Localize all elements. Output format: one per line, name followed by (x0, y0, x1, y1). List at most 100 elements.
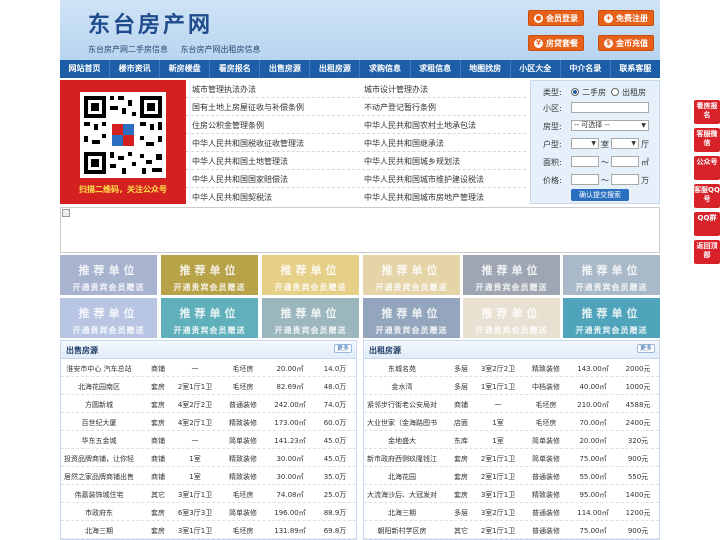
nav-wanted-rent[interactable]: 求租信息 (411, 60, 461, 78)
recommend-tile[interactable]: 推荐单位 开通贵宾会员赠送 (262, 255, 359, 295)
sale-listing-row[interactable]: 投资品牌商铺，让你轻 商铺 1室 精致装修 30.00㎡ 45.0万 (61, 449, 356, 467)
nav-agencies[interactable]: 中介名录 (561, 60, 611, 78)
listing-title[interactable]: 伟嘉装饰城住宅 (61, 490, 137, 500)
recommend-tile[interactable]: 推荐单位 开通贵宾会员赠送 (262, 298, 359, 338)
policy-link[interactable]: 城市管理执法办法 (192, 84, 256, 95)
rent-listing-row[interactable]: 北海花园 套房 2室1厅1卫 普通装修 55.00㎡ 550元 (364, 467, 659, 485)
listing-title[interactable]: 东城名苑 (364, 364, 440, 374)
sale-listing-row[interactable]: 北海三期 套房 3室1厅1卫 毛坯房 131.89㎡ 69.8万 (61, 521, 356, 539)
banner-ad-placeholder[interactable] (60, 207, 660, 253)
listing-title[interactable]: 北海三期 (61, 526, 137, 536)
listing-title[interactable]: 华东五金城 (61, 436, 137, 446)
free-register-button[interactable]: + 免费注册 (598, 10, 654, 26)
side-viewing-signup[interactable]: 看房报名 (694, 100, 720, 124)
nav-new-homes[interactable]: 新房楼盘 (160, 60, 211, 78)
rent-listing-row[interactable]: 朝阳新村学区房 其它 2室1厅1卫 普通装修 75.00㎡ 900元 (364, 521, 659, 539)
community-input[interactable] (571, 102, 649, 113)
side-service-wechat[interactable]: 客服微信 (694, 128, 720, 152)
area-max-input[interactable] (611, 156, 639, 167)
rent-listing-row[interactable]: 新市政府西侧玖隆钱江 套房 2室1厅1卫 简单装修 75.00㎡ 900元 (364, 449, 659, 467)
side-service-qq[interactable]: 客服QQ号 (694, 184, 720, 208)
recommend-tile[interactable]: 推荐单位 开通贵宾会员赠送 (161, 255, 258, 295)
sale-listing-row[interactable]: 淮安市中心 汽车总站 商铺 一 毛坯房 20.00㎡ 14.0万 (61, 359, 356, 377)
sale-listing-row[interactable]: 市政府东 套房 6室3厅3卫 简单装修 196.00㎡ 88.9万 (61, 503, 356, 521)
area-min-input[interactable] (571, 156, 599, 167)
coin-recharge-button[interactable]: $ 金币充值 (598, 35, 654, 51)
search-submit-button[interactable]: 确认提交搜索 (571, 189, 629, 201)
recommend-tile[interactable]: 推荐单位 开通贵宾会员赠送 (463, 255, 560, 295)
policy-link[interactable]: 国有土地上房屋征收与补偿条例 (192, 102, 304, 113)
listing-title[interactable]: 市政府东 (61, 508, 137, 518)
listing-title[interactable]: 北海三期 (364, 508, 440, 518)
rent-listing-row[interactable]: 大流海沙后、大冠发对 套房 3室1厅1卫 精致装修 95.00㎡ 1400元 (364, 485, 659, 503)
listing-title[interactable]: 金地盛大 (364, 436, 440, 446)
recommend-tile[interactable]: 推荐单位 开通贵宾会员赠送 (463, 298, 560, 338)
sale-listing-row[interactable]: 华东五金城 商铺 一 简单装修 141.23㎡ 45.0万 (61, 431, 356, 449)
policy-link[interactable]: 中华人民共和国城市维护建设税法 (364, 174, 484, 185)
rent-more-button[interactable]: 更多 (637, 344, 655, 353)
policy-link[interactable]: 城市设计管理办法 (364, 84, 428, 95)
policy-link[interactable]: 中华人民共和国继承法 (364, 138, 444, 149)
nav-for-sale[interactable]: 出售房源 (260, 60, 311, 78)
nav-wanted-buy[interactable]: 求购信息 (360, 60, 411, 78)
nav-map-search[interactable]: 地图找房 (461, 60, 511, 78)
side-back-to-top[interactable]: 返回顶部 (694, 240, 720, 264)
sale-listing-row[interactable]: 百世纪大厦 套房 4室2厅1卫 精致装修 173.00㎡ 60.0万 (61, 413, 356, 431)
nav-news[interactable]: 楼市资讯 (110, 60, 161, 78)
nav-communities[interactable]: 小区大全 (511, 60, 561, 78)
recommend-tile[interactable]: 推荐单位 开通贵宾会员赠送 (363, 255, 460, 295)
price-max-input[interactable] (611, 174, 639, 185)
nav-home[interactable]: 网站首页 (60, 60, 111, 78)
policy-link[interactable]: 中华人民共和国土地管理法 (192, 156, 288, 167)
policy-link[interactable]: 中华人民共和国税收征收管理法 (192, 138, 304, 149)
policy-link[interactable]: 不动产登记暂行条例 (364, 102, 436, 113)
listing-title[interactable]: 朝阳新村学区房 (364, 526, 440, 536)
secondhand-info-link[interactable]: 东台房产网二手房信息 (88, 45, 168, 54)
policy-link[interactable]: 中华人民共和国城乡规划法 (364, 156, 460, 167)
policy-link[interactable]: 中华人民共和国国家赔偿法 (192, 174, 288, 185)
secondhand-radio-label[interactable]: 二手房 (582, 87, 606, 98)
listing-title[interactable]: 新市政府西侧玖隆钱江 (364, 454, 440, 464)
nav-viewing-signup[interactable]: 看房报名 (210, 60, 261, 78)
listing-title[interactable]: 紧邻步行街老公安局对 (364, 400, 440, 410)
sale-listing-row[interactable]: 居然之家品牌商铺出售 商铺 1室 精致装修 30.00㎡ 35.0万 (61, 467, 356, 485)
room-count-select[interactable]: ▼ (571, 138, 599, 149)
rental-radio-label[interactable]: 出租房 (622, 87, 646, 98)
rent-listing-row[interactable]: 紧邻步行街老公安局对 商铺 一 毛坯房 210.00㎡ 4588元 (364, 395, 659, 413)
side-qq-group[interactable]: QQ群 (694, 212, 720, 236)
rent-listing-row[interactable]: 大业世家（金海路图书 店面 1室 毛坯房 70.00㎡ 2400元 (364, 413, 659, 431)
listing-title[interactable]: 淮安市中心 汽车总站 (61, 364, 137, 374)
rent-listing-row[interactable]: 东城名苑 多层 3室2厅2卫 精致装修 143.00㎡ 2000元 (364, 359, 659, 377)
listing-title[interactable]: 大业世家（金海路图书 (364, 418, 440, 428)
policy-link[interactable]: 中华人民共和国城市房地产管理法 (364, 192, 484, 203)
policy-link[interactable]: 中华人民共和国契税法 (192, 192, 272, 203)
rent-listing-row[interactable]: 金地盛大 东库 1室 简单装修 20.00㎡ 320元 (364, 431, 659, 449)
listing-title[interactable]: 金水湾 (364, 382, 440, 392)
recommend-tile[interactable]: 推荐单位 开通贵宾会员赠送 (563, 255, 660, 295)
rental-radio[interactable] (611, 88, 619, 96)
price-min-input[interactable] (571, 174, 599, 185)
rent-listing-row[interactable]: 金水湾 多层 1室1厅1卫 中档装修 40.00㎡ 1000元 (364, 377, 659, 395)
sale-more-button[interactable]: 更多 (334, 344, 352, 353)
nav-for-rent[interactable]: 出租房源 (310, 60, 361, 78)
listing-title[interactable]: 北海花园 (364, 472, 440, 482)
rental-info-link[interactable]: 东台房产网出租房信息 (181, 45, 261, 54)
rent-listing-row[interactable]: 北海三期 多层 3室2厅1卫 普通装修 114.00㎡ 1200元 (364, 503, 659, 521)
listing-title[interactable]: 百世纪大厦 (61, 418, 137, 428)
site-logo-title[interactable]: 东台房产网 (88, 7, 213, 39)
recommend-tile[interactable]: 推荐单位 开通贵宾会员赠送 (563, 298, 660, 338)
listing-title[interactable]: 投资品牌商铺，让你轻 (61, 454, 137, 464)
side-public-account[interactable]: 公众号 (694, 156, 720, 180)
sale-listing-row[interactable]: 方圆新城 套房 4室2厅2卫 普通装修 242.00㎡ 74.0万 (61, 395, 356, 413)
hall-count-select[interactable]: ▼ (611, 138, 639, 149)
recommend-tile[interactable]: 推荐单位 开通贵宾会员赠送 (60, 255, 157, 295)
member-login-button[interactable]: ● 会员登录 (528, 10, 584, 26)
sale-listing-row[interactable]: 伟嘉装饰城住宅 其它 3室1厅1卫 毛坯房 74.08㎡ 25.0万 (61, 485, 356, 503)
recommend-tile[interactable]: 推荐单位 开通贵宾会员赠送 (363, 298, 460, 338)
policy-link[interactable]: 住房公积金管理条例 (192, 120, 264, 131)
recommend-tile[interactable]: 推荐单位 开通贵宾会员赠送 (60, 298, 157, 338)
listing-title[interactable]: 北海花园南区 (61, 382, 137, 392)
listing-title[interactable]: 方圆新城 (61, 400, 137, 410)
loan-package-button[interactable]: ¥ 房贷套餐 (528, 35, 584, 51)
house-type-select[interactable]: -- 可选择 -- ▼ (571, 120, 649, 131)
